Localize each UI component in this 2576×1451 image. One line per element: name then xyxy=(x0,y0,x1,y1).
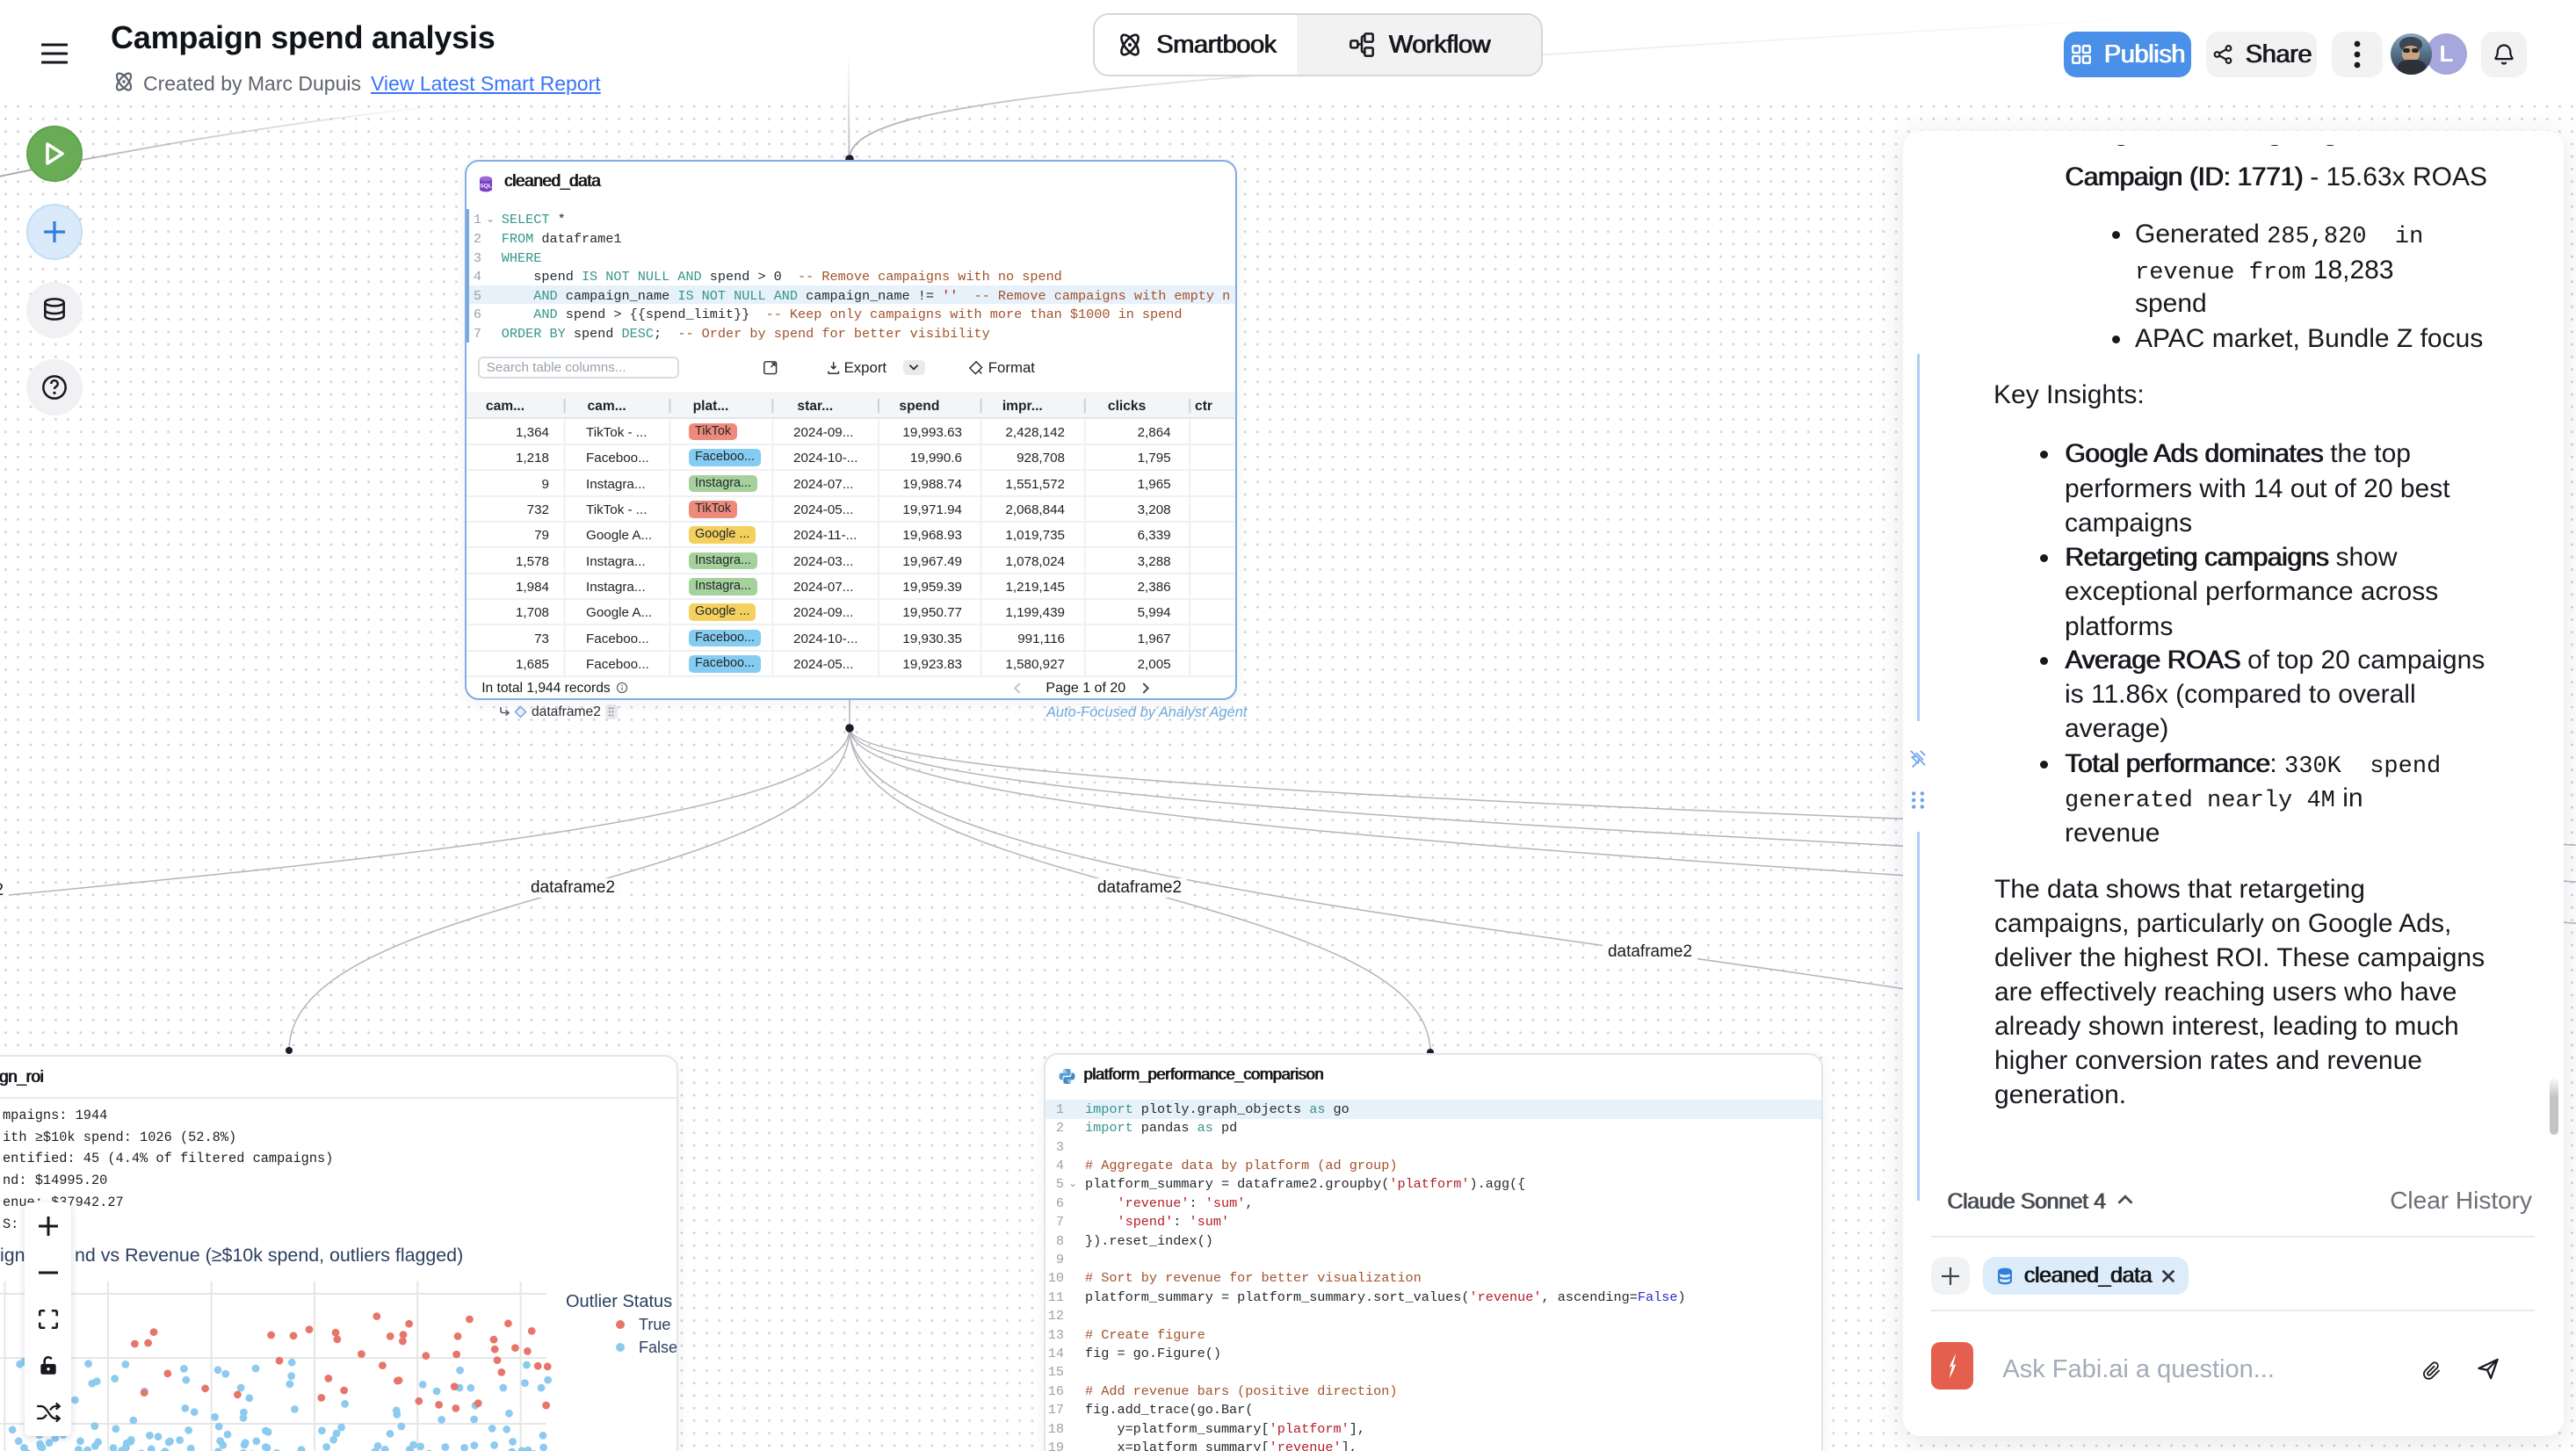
svg-text:SQL: SQL xyxy=(480,184,491,190)
